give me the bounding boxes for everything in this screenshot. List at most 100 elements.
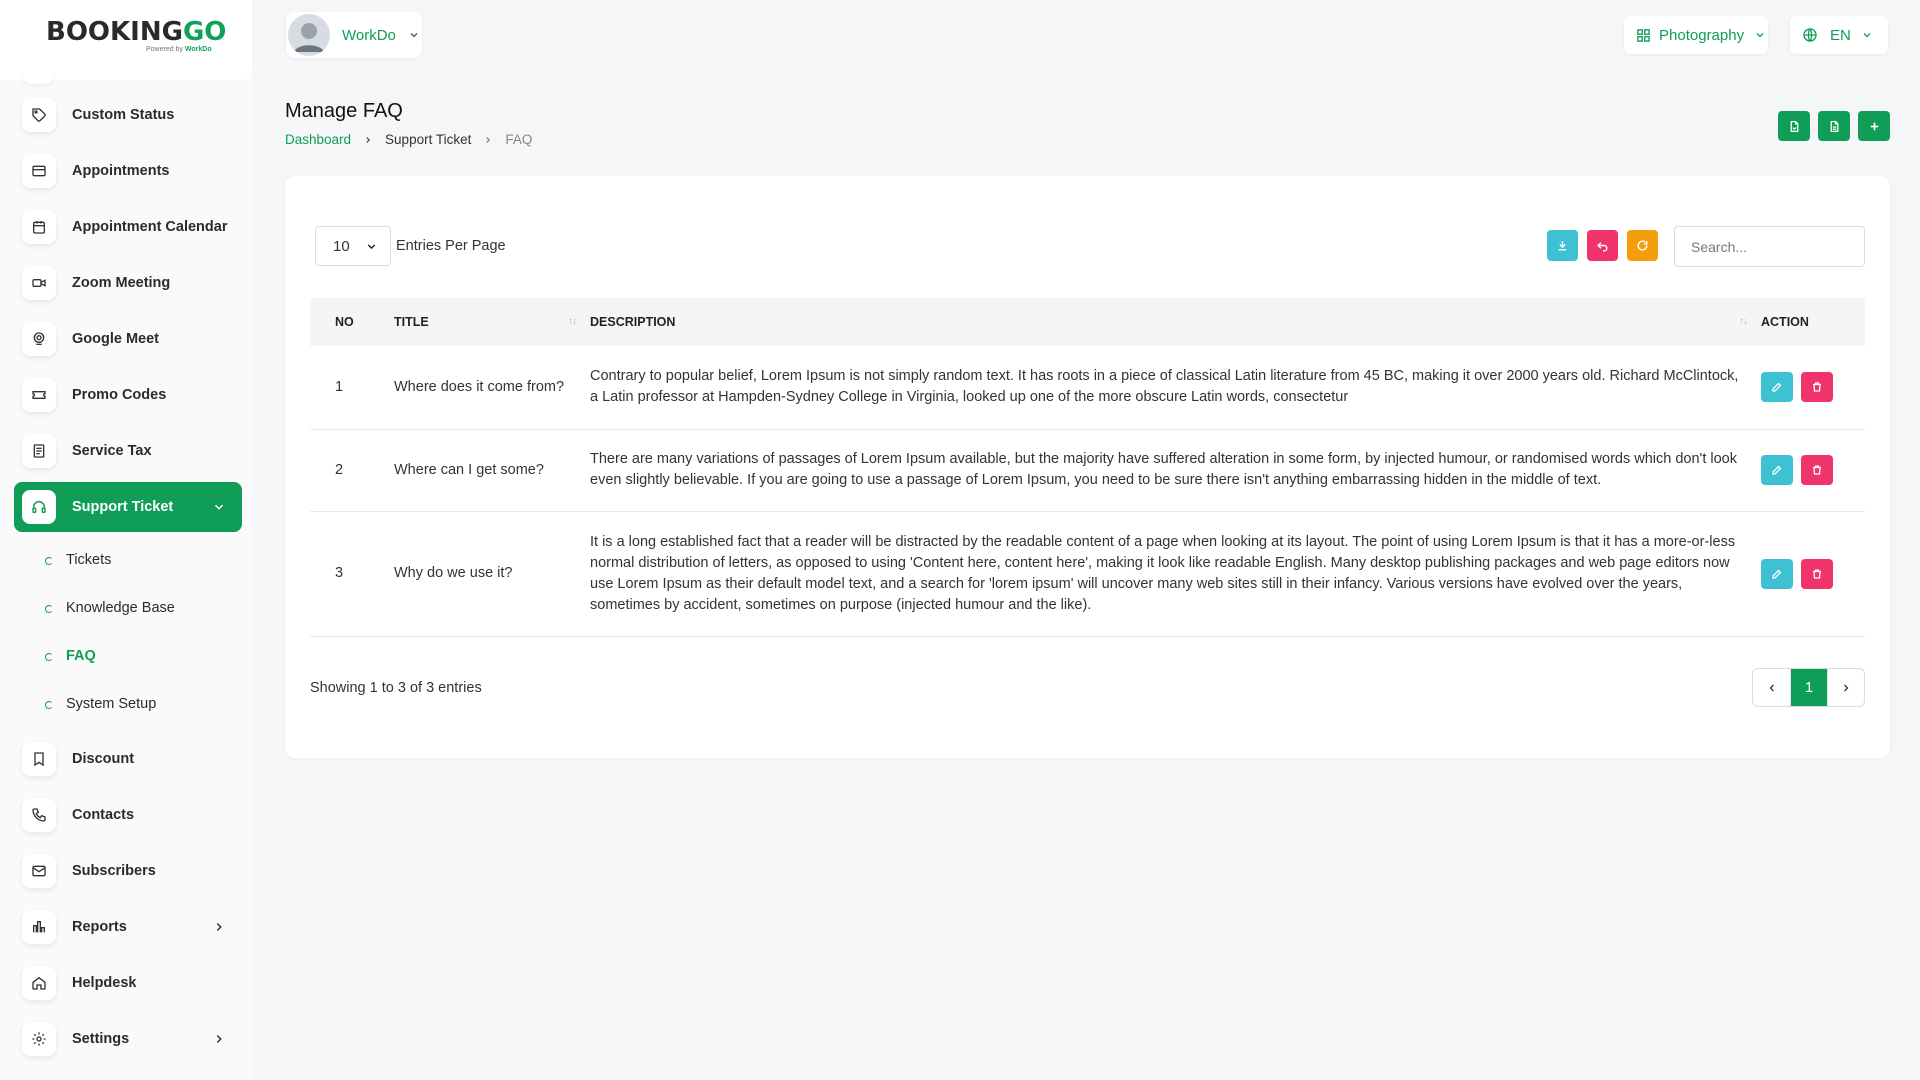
delete-button[interactable]	[1801, 372, 1833, 403]
sidebar-item-label: Reports	[72, 919, 127, 935]
cell-actions	[1761, 346, 1865, 429]
submenu-item-faq[interactable]: FAQ	[14, 632, 242, 680]
next-page-button[interactable]	[1827, 669, 1864, 706]
sidebar-item-discount[interactable]: Discount	[14, 734, 242, 784]
workspace-switcher[interactable]: WorkDo	[286, 12, 422, 58]
bullet-icon	[42, 602, 54, 614]
edit-button[interactable]	[1761, 372, 1793, 403]
sidebar-item-label: Zoom Meeting	[72, 275, 171, 291]
pencil-icon	[1771, 381, 1783, 393]
per-page-value: 10	[333, 237, 350, 255]
table-tools	[1547, 230, 1658, 261]
sidebar-item-promo-codes[interactable]: Promo Codes	[14, 370, 242, 420]
sidebar-item-service-tax[interactable]: Service Tax	[14, 426, 242, 476]
sidebar-item-subscribers[interactable]: Subscribers	[14, 846, 242, 896]
cell-description: There are many variations of passages of…	[590, 451, 1737, 488]
business-select[interactable]: Photography	[1624, 16, 1768, 54]
search-input[interactable]	[1674, 226, 1865, 267]
pencil-icon	[1771, 568, 1783, 580]
chevron-down-icon	[365, 240, 378, 253]
entries-summary: Showing 1 to 3 of 3 entries	[310, 680, 482, 696]
download-button[interactable]	[1547, 230, 1578, 261]
sidebar-scroll-stub	[22, 70, 54, 84]
sidebar-item-reports[interactable]: Reports	[14, 902, 242, 952]
import-button[interactable]	[1778, 111, 1810, 141]
sidebar-item-contacts[interactable]: Contacts	[14, 790, 242, 840]
breadcrumb-dashboard[interactable]: Dashboard	[285, 132, 351, 147]
column-header-no[interactable]: NO	[310, 298, 394, 346]
export-button[interactable]	[1818, 111, 1850, 141]
column-header-title[interactable]: TITLE ↑↓	[394, 298, 590, 346]
delete-button[interactable]	[1801, 558, 1833, 589]
cell-no: 1	[335, 378, 344, 395]
sidebar-item-google-meet[interactable]: Google Meet	[14, 314, 242, 364]
calendar-icon	[22, 210, 56, 244]
submenu-item-system-setup[interactable]: System Setup	[14, 680, 242, 728]
cell-title: Where does it come from?	[394, 378, 565, 395]
row-actions	[1761, 372, 1865, 403]
cell-description: It is a long established fact that a rea…	[590, 533, 1736, 613]
language-code: EN	[1830, 26, 1851, 44]
brand-logo[interactable]: BOOKINGGO Powered by WorkDo	[0, 0, 252, 80]
entries-per-page: 10 Entries Per Page	[315, 226, 506, 266]
plus-icon	[1868, 120, 1881, 133]
reset-button[interactable]	[1587, 230, 1618, 261]
refresh-button[interactable]	[1627, 230, 1658, 261]
cell-actions	[1761, 511, 1865, 636]
sidebar-nav: Custom Status Appointments Appointment C…	[14, 70, 242, 1064]
trash-icon	[1811, 568, 1823, 580]
per-page-select[interactable]: 10	[315, 226, 391, 266]
submenu-item-tickets[interactable]: Tickets	[14, 536, 242, 584]
sidebar-item-label: Google Meet	[72, 331, 160, 347]
trash-icon	[1811, 381, 1823, 393]
avatar	[288, 14, 330, 56]
page-number-button[interactable]: 1	[1790, 669, 1827, 706]
table-row: 1 Where does it come from? Contrary to p…	[310, 346, 1865, 429]
gear-icon	[22, 1022, 56, 1056]
sidebar-item-settings[interactable]: Settings	[14, 1014, 242, 1064]
per-page-label: Entries Per Page	[396, 238, 506, 254]
sidebar-item-label: Settings	[72, 1031, 130, 1047]
sidebar-item-label: Subscribers	[72, 863, 156, 879]
cell-actions	[1761, 429, 1865, 511]
breadcrumb: Dashboard Support Ticket FAQ	[285, 132, 532, 147]
table-row: 3 Why do we use it? It is a long establi…	[310, 511, 1865, 636]
column-header-description-label: DESCRIPTION	[590, 315, 676, 329]
page-title: Manage FAQ	[285, 100, 403, 122]
sidebar-item-support-ticket[interactable]: Support Ticket	[14, 482, 242, 532]
chevron-right-icon	[212, 920, 226, 934]
column-header-description[interactable]: DESCRIPTION ↑↓	[590, 298, 1761, 346]
logo-text: BOOKINGGO	[46, 18, 252, 46]
submenu-item-knowledge-base[interactable]: Knowledge Base	[14, 584, 242, 632]
sidebar: BOOKINGGO Powered by WorkDo Custom Statu…	[0, 0, 252, 1080]
breadcrumb-support-ticket[interactable]: Support Ticket	[385, 132, 471, 147]
cell-title: Where can I get some?	[394, 461, 544, 478]
sidebar-item-zoom-meeting[interactable]: Zoom Meeting	[14, 258, 242, 308]
sidebar-item-custom-status[interactable]: Custom Status	[14, 90, 242, 140]
add-faq-button[interactable]	[1858, 111, 1890, 141]
delete-button[interactable]	[1801, 455, 1833, 485]
sidebar-item-label: Support Ticket	[72, 499, 174, 515]
sidebar-item-appointment-calendar[interactable]: Appointment Calendar	[14, 202, 242, 252]
language-select[interactable]: EN	[1790, 16, 1888, 54]
sidebar-item-helpdesk[interactable]: Helpdesk	[14, 958, 242, 1008]
submenu-item-label: Tickets	[66, 552, 112, 568]
sidebar-item-appointments[interactable]: Appointments	[14, 146, 242, 196]
mail-icon	[22, 854, 56, 888]
edit-button[interactable]	[1761, 558, 1793, 589]
bookmark-icon	[22, 742, 56, 776]
support-ticket-submenu: Tickets Knowledge Base FAQ System Setup	[14, 536, 242, 728]
submenu-item-label: FAQ	[66, 648, 96, 664]
chevron-down-icon	[1754, 29, 1766, 41]
sidebar-item-label: Contacts	[72, 807, 135, 823]
edit-button[interactable]	[1761, 455, 1793, 485]
column-header-title-label: TITLE	[394, 315, 429, 329]
submenu-item-label: Knowledge Base	[66, 600, 175, 616]
file-export-icon	[1828, 120, 1841, 133]
sidebar-item-label: Appointment Calendar	[72, 219, 228, 235]
prev-page-button[interactable]	[1753, 669, 1790, 706]
file-import-icon	[1788, 120, 1801, 133]
faq-card: 10 Entries Per Page NO TITLE ↑↓ DESCRIPTI…	[285, 176, 1890, 758]
ticket-icon	[22, 378, 56, 412]
video-icon	[22, 266, 56, 300]
